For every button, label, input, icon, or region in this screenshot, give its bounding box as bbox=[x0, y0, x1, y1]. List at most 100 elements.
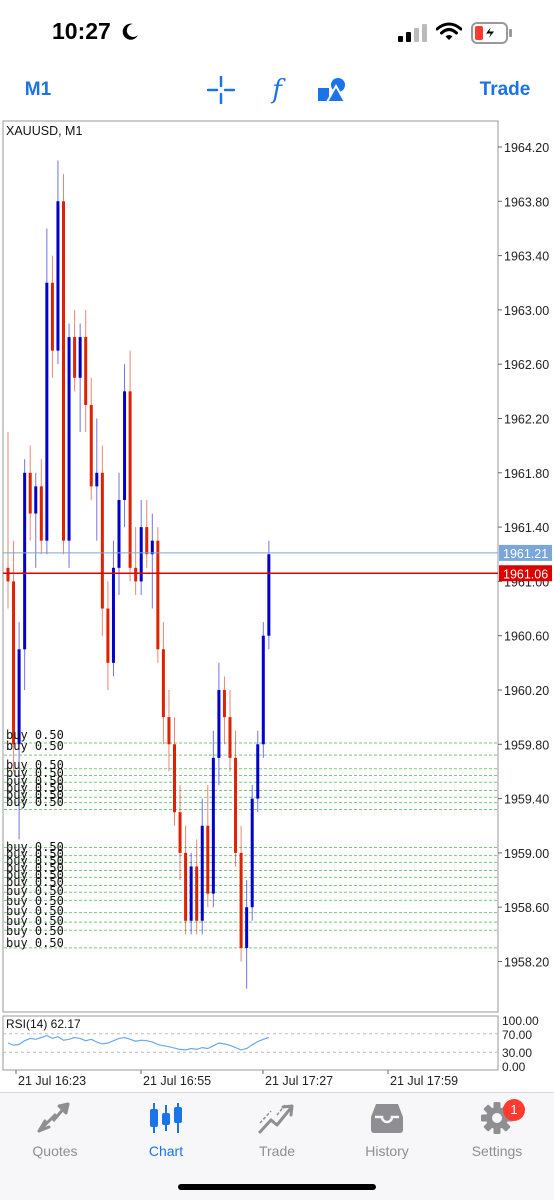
bear-candle bbox=[167, 717, 171, 745]
objects-button[interactable] bbox=[316, 70, 352, 110]
crosshair-icon bbox=[207, 76, 235, 104]
bear-candle bbox=[145, 527, 149, 555]
tab-quotes[interactable]: Quotes bbox=[5, 1101, 105, 1161]
tab-chart[interactable]: Chart bbox=[116, 1101, 216, 1161]
tab-label-history: History bbox=[365, 1143, 409, 1159]
bear-candle bbox=[50, 282, 54, 351]
time-axis-label: 21 Jul 17:27 bbox=[265, 1074, 333, 1088]
wifi-icon bbox=[436, 22, 462, 40]
home-indicator bbox=[178, 1184, 376, 1190]
bull-candle bbox=[261, 635, 265, 745]
rsi-axis-label: 30.00 bbox=[502, 1046, 532, 1060]
ask-price-label: 1961.06 bbox=[503, 567, 548, 581]
tab-trade[interactable]: Trade bbox=[227, 1101, 327, 1161]
price-axis-label: 1959.40 bbox=[504, 793, 549, 807]
price-axis-label: 1962.60 bbox=[504, 358, 549, 372]
status-bar: 10:27 bbox=[0, 0, 554, 62]
tab-label-chart: Chart bbox=[148, 1143, 184, 1159]
bear-candle bbox=[12, 581, 16, 745]
time-axis-label: 21 Jul 17:59 bbox=[390, 1074, 458, 1088]
rsi-axis-label: 0.00 bbox=[502, 1060, 526, 1074]
bull-candle bbox=[200, 825, 204, 921]
bear-candle bbox=[161, 649, 165, 718]
bull-candle bbox=[217, 690, 221, 758]
price-axis-label: 1963.00 bbox=[504, 304, 549, 318]
price-axis-label: 1958.60 bbox=[504, 901, 549, 915]
price-axis-label: 1960.60 bbox=[504, 630, 549, 644]
bear-candle bbox=[222, 690, 226, 718]
rsi-axis-label: 70.00 bbox=[502, 1028, 532, 1042]
bear-candle bbox=[173, 744, 176, 813]
bear-candle bbox=[184, 852, 188, 921]
tab-history[interactable]: History bbox=[337, 1101, 437, 1161]
tab-label-quotes: Quotes bbox=[32, 1143, 78, 1159]
price-axis-label: 1959.00 bbox=[504, 847, 549, 861]
bid-price-label: 1961.21 bbox=[503, 547, 548, 561]
bear-candle bbox=[84, 337, 88, 405]
bear-candle bbox=[234, 757, 238, 853]
indicators-button[interactable]: f bbox=[262, 70, 292, 110]
bull-candle bbox=[250, 798, 254, 908]
price-axis-label: 1963.80 bbox=[504, 195, 549, 209]
bear-candle bbox=[206, 825, 210, 894]
bull-candle bbox=[111, 567, 115, 663]
status-time: 10:27 bbox=[52, 18, 111, 44]
buy-order-label: buy 0.50 bbox=[6, 739, 64, 753]
bull-candle bbox=[56, 201, 60, 351]
shapes-icon bbox=[318, 78, 347, 103]
bear-candle bbox=[239, 852, 243, 948]
inbox-tray-icon bbox=[371, 1104, 403, 1133]
battery-icon bbox=[471, 22, 512, 44]
timeframe-button[interactable]: M1 bbox=[18, 70, 58, 110]
price-pane-frame bbox=[2, 120, 499, 1013]
bear-candle bbox=[128, 391, 132, 568]
bull-candle bbox=[256, 744, 260, 799]
bull-candle bbox=[245, 907, 249, 948]
settings-badge: 1 bbox=[503, 1099, 525, 1121]
time-axis-label: 21 Jul 16:55 bbox=[143, 1074, 211, 1088]
trade-button[interactable]: Trade bbox=[474, 70, 536, 110]
bull-candle bbox=[117, 499, 121, 568]
bear-candle bbox=[28, 472, 32, 514]
tab-settings[interactable]: 1 Settings bbox=[447, 1099, 547, 1161]
rsi-label: RSI(14) 62.17 bbox=[6, 1017, 81, 1031]
bear-candle bbox=[62, 201, 65, 541]
chart-area[interactable]: 1964.20 1963.80 1963.40 1963.00 1962.60 1962.… bbox=[0, 118, 554, 1092]
bear-candle bbox=[195, 866, 199, 921]
bull-candle bbox=[123, 391, 127, 500]
bull-candle bbox=[150, 540, 154, 555]
price-axis-label: 1964.20 bbox=[504, 141, 549, 155]
price-axis-label: 1962.20 bbox=[504, 413, 549, 427]
bull-candle bbox=[23, 472, 27, 650]
price-chart[interactable]: 1964.20 1963.80 1963.40 1963.00 1962.60 1962.… bbox=[0, 118, 554, 1092]
buy-order-label: buy 0.50 bbox=[6, 795, 64, 809]
app-root: 10:27 M1 f Trade 1964.20 1963.80 1963.40… bbox=[0, 0, 554, 1200]
cellular-signal-icon bbox=[398, 24, 427, 42]
bull-candle bbox=[67, 337, 71, 541]
trend-chart-icon bbox=[258, 1104, 294, 1134]
price-axis-label: 1961.40 bbox=[504, 521, 549, 535]
price-axis-label: 1961.80 bbox=[504, 467, 549, 481]
quotes-icon bbox=[37, 1102, 70, 1133]
function-icon: f bbox=[272, 75, 282, 105]
bear-candle bbox=[156, 540, 160, 650]
symbol-label: XAUUSD, M1 bbox=[6, 124, 82, 138]
bull-candle bbox=[45, 282, 49, 541]
price-axis-label: 1959.80 bbox=[504, 738, 549, 752]
rsi-line bbox=[7, 1034, 269, 1051]
price-axis-label: 1958.20 bbox=[504, 956, 549, 970]
candlestick-icon bbox=[150, 1103, 182, 1133]
buy-order-label: buy 0.50 bbox=[6, 936, 64, 950]
bull-candle bbox=[95, 472, 99, 487]
bear-candle bbox=[100, 472, 104, 609]
bear-candle bbox=[106, 608, 110, 663]
tab-label-settings: Settings bbox=[471, 1143, 523, 1159]
bear-candle bbox=[6, 567, 10, 582]
crosshair-button[interactable] bbox=[204, 70, 238, 110]
moon-icon bbox=[122, 23, 138, 40]
bear-candle bbox=[89, 404, 93, 487]
bull-candle bbox=[211, 757, 215, 894]
bull-candle bbox=[78, 337, 82, 378]
bull-candle bbox=[267, 554, 271, 636]
bear-candle bbox=[178, 812, 182, 853]
